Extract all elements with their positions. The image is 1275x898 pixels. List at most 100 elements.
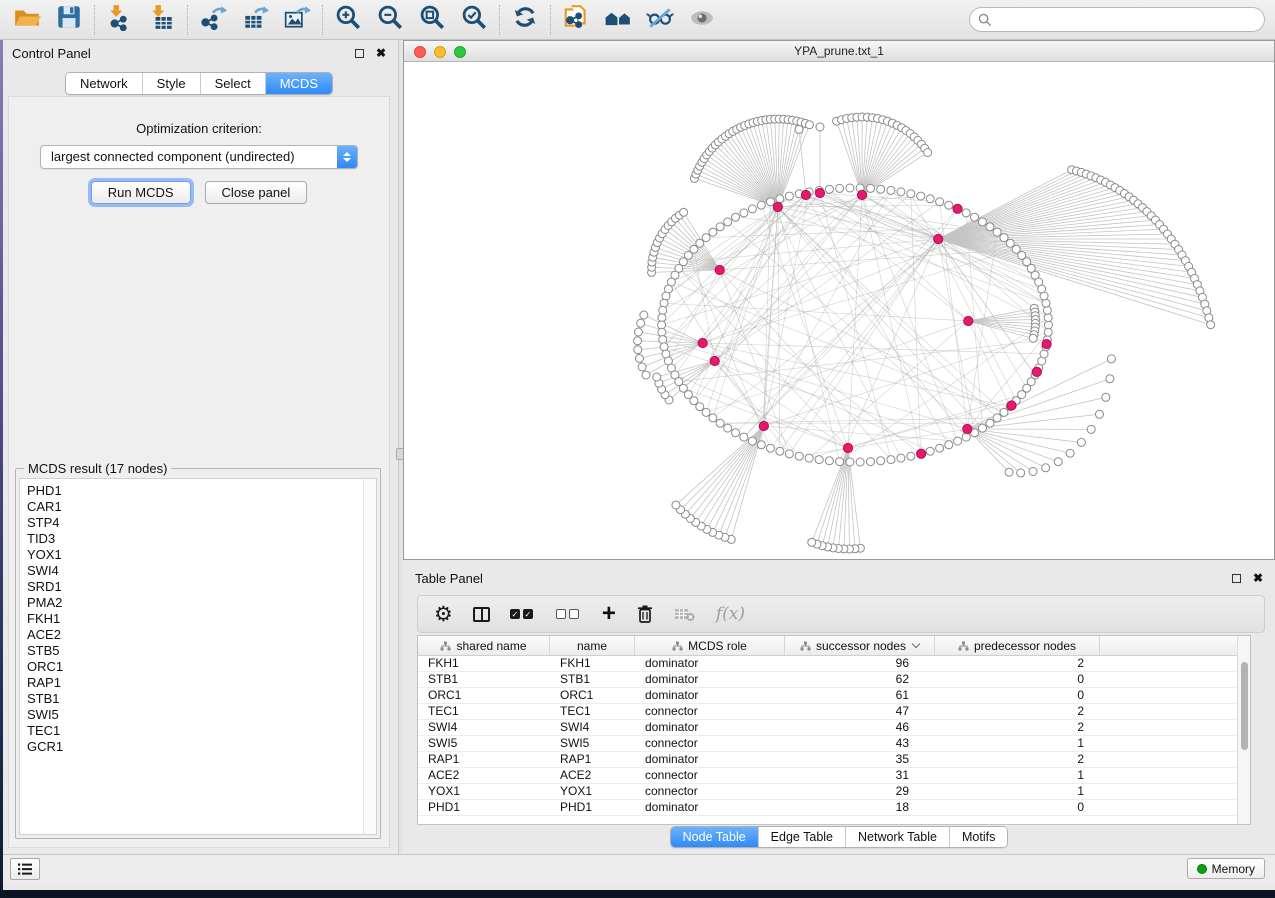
import-table-button[interactable] — [141, 3, 183, 37]
mcds-hub-node[interactable] — [917, 449, 926, 458]
delete-column-icon[interactable] — [636, 601, 654, 627]
tab-edge-table[interactable]: Edge Table — [759, 827, 846, 847]
mcds-result-item[interactable]: ACE2 — [27, 627, 376, 643]
table-scrollbar-thumb[interactable] — [1241, 662, 1248, 750]
memory-button[interactable]: Memory — [1187, 858, 1265, 879]
table-row[interactable]: TEC1TEC1connector472 — [418, 704, 1250, 720]
deselect-all-rows-icon[interactable] — [556, 601, 582, 627]
tab-network[interactable]: Network — [66, 73, 143, 94]
mcds-result-item[interactable]: CAR1 — [27, 499, 376, 515]
table-row[interactable]: YOX1YOX1connector291 — [418, 784, 1250, 800]
mcds-hub-node[interactable] — [857, 190, 866, 199]
save-button[interactable] — [48, 3, 90, 37]
import-network-button[interactable] — [99, 3, 141, 37]
float-table-panel-icon[interactable] — [1232, 574, 1241, 583]
mcds-result-item[interactable]: STB1 — [27, 691, 376, 707]
mcds-hub-node[interactable] — [963, 424, 972, 433]
close-table-panel-icon[interactable]: ✖ — [1253, 572, 1263, 584]
mcds-result-item[interactable]: PMA2 — [27, 595, 376, 611]
column-header-predecessor-nodes[interactable]: predecessor nodes — [935, 636, 1100, 655]
hide-selected-button[interactable] — [639, 3, 681, 37]
mcds-hub-node[interactable] — [953, 204, 962, 213]
mcds-result-item[interactable]: GCR1 — [27, 739, 376, 755]
table-row[interactable]: ACE2ACE2connector311 — [418, 768, 1250, 784]
close-panel-button[interactable]: Close panel — [205, 181, 308, 204]
table-row[interactable]: STB1STB1dominator620 — [418, 672, 1250, 688]
mcds-result-item[interactable]: TID3 — [27, 531, 376, 547]
select-all-rows-icon[interactable]: ✓✓ — [510, 601, 536, 627]
network-graph[interactable] — [404, 62, 1274, 559]
table-row[interactable]: RAP1RAP1dominator352 — [418, 752, 1250, 768]
apply-layout-button[interactable] — [504, 3, 546, 37]
mcds-hub-node[interactable] — [773, 202, 782, 211]
mcds-result-item[interactable]: YOX1 — [27, 547, 376, 563]
tab-network-table[interactable]: Network Table — [846, 827, 950, 847]
export-table-button[interactable] — [234, 3, 276, 37]
window-minimize-icon[interactable] — [434, 46, 446, 58]
column-header-MCDS-role[interactable]: MCDS role — [635, 636, 785, 655]
table-row[interactable]: ORC1ORC1dominator610 — [418, 688, 1250, 704]
mcds-result-item[interactable]: STB5 — [27, 643, 376, 659]
tab-motifs[interactable]: Motifs — [950, 827, 1007, 847]
export-image-button[interactable] — [276, 3, 318, 37]
window-close-icon[interactable] — [414, 46, 426, 58]
new-network-from-selection-button[interactable] — [555, 3, 597, 37]
mcds-result-item[interactable]: SWI4 — [27, 563, 376, 579]
mcds-hub-node[interactable] — [1032, 367, 1041, 376]
column-header-shared-name[interactable]: shared name — [418, 636, 550, 655]
zoom-out-button[interactable] — [369, 3, 411, 37]
mcds-result-item[interactable]: SWI5 — [27, 707, 376, 723]
mcds-result-item[interactable]: ORC1 — [27, 659, 376, 675]
mcds-list-scrollbar[interactable] — [363, 479, 376, 834]
tab-style[interactable]: Style — [143, 73, 201, 94]
mcds-hub-node[interactable] — [710, 356, 719, 365]
mcds-result-item[interactable]: TEC1 — [27, 723, 376, 739]
table-scrollbar[interactable] — [1237, 636, 1250, 824]
zoom-in-button[interactable] — [327, 3, 369, 37]
mcds-hub-node[interactable] — [1007, 401, 1016, 410]
mcds-hub-node[interactable] — [843, 443, 852, 452]
criterion-select[interactable]: largest connected component (undirected) — [40, 145, 358, 169]
add-column-icon[interactable]: + — [602, 601, 616, 627]
mcds-hub-node[interactable] — [715, 265, 724, 274]
tab-select[interactable]: Select — [201, 73, 266, 94]
search-box[interactable] — [969, 7, 1265, 32]
mcds-hub-node[interactable] — [815, 188, 824, 197]
network-window-titlebar[interactable]: YPA_prune.txt_1 — [404, 41, 1274, 62]
show-columns-icon[interactable] — [473, 601, 490, 627]
mcds-hub-node[interactable] — [801, 190, 810, 199]
table-row[interactable]: SWI5SWI5connector431 — [418, 736, 1250, 752]
table-row[interactable]: FKH1FKH1dominator962 — [418, 656, 1250, 672]
mcds-hub-node[interactable] — [759, 421, 768, 430]
mcds-result-item[interactable]: PHD1 — [27, 483, 376, 499]
table-settings-gear-icon[interactable]: ⚙ — [434, 601, 453, 627]
mcds-result-list[interactable]: PHD1CAR1STP4TID3YOX1SWI4SRD1PMA2FKH1ACE2… — [19, 478, 377, 835]
mcds-hub-node[interactable] — [964, 316, 973, 325]
tab-node-table[interactable]: Node Table — [671, 827, 759, 847]
export-network-button[interactable] — [192, 3, 234, 37]
tab-mcds[interactable]: MCDS — [266, 73, 332, 94]
task-history-button[interactable] — [10, 858, 40, 880]
first-neighbors-button[interactable] — [597, 3, 639, 37]
close-panel-icon[interactable]: ✖ — [376, 47, 386, 59]
mcds-hub-node[interactable] — [698, 338, 707, 347]
open-button[interactable] — [6, 3, 48, 37]
column-header-name[interactable]: name — [550, 636, 635, 655]
table-row[interactable]: PHD1PHD1dominator180 — [418, 800, 1250, 816]
mcds-hub-node[interactable] — [934, 234, 943, 243]
mcds-result-item[interactable]: FKH1 — [27, 611, 376, 627]
mcds-result-item[interactable]: SRD1 — [27, 579, 376, 595]
graphics-details-button[interactable] — [681, 3, 723, 37]
column-menu-chevron-icon[interactable] — [912, 640, 920, 648]
run-mcds-button[interactable]: Run MCDS — [91, 181, 191, 204]
table-row[interactable]: SWI4SWI4dominator462 — [418, 720, 1250, 736]
zoom-selected-button[interactable] — [453, 3, 495, 37]
window-zoom-icon[interactable] — [454, 46, 466, 58]
float-panel-icon[interactable] — [355, 49, 364, 58]
mcds-hub-node[interactable] — [1042, 339, 1051, 348]
zoom-fit-button[interactable] — [411, 3, 453, 37]
mcds-result-item[interactable]: RAP1 — [27, 675, 376, 691]
mcds-result-item[interactable]: STP4 — [27, 515, 376, 531]
search-input[interactable] — [998, 13, 1256, 27]
column-header-successor-nodes[interactable]: successor nodes — [785, 636, 935, 655]
